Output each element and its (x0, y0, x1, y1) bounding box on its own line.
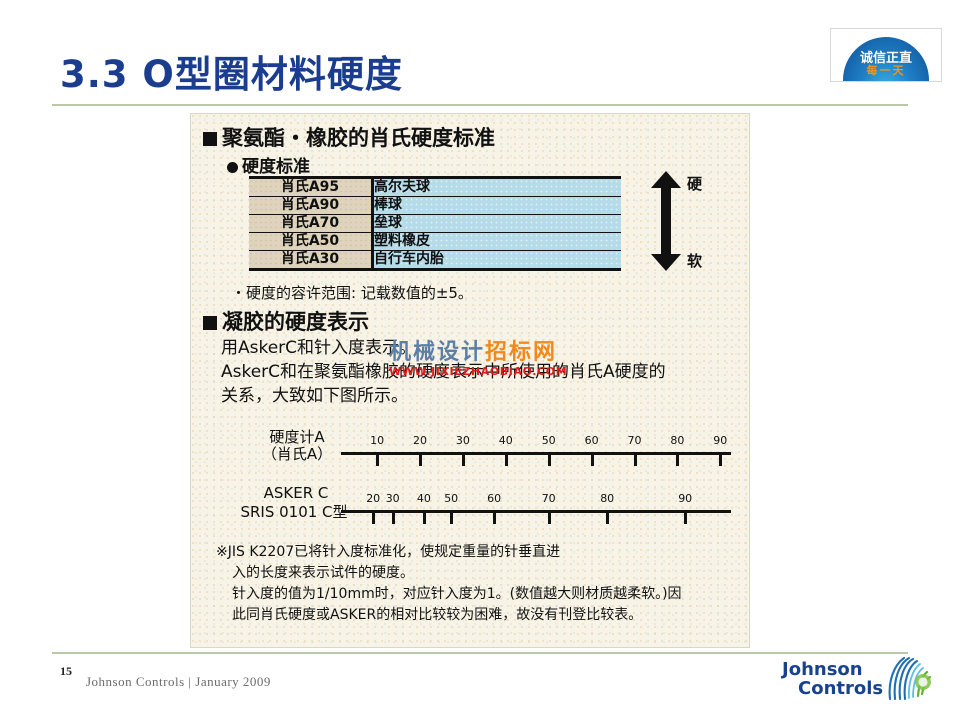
logo-line-2: Controls (798, 678, 884, 699)
square-bullet-icon (203, 132, 217, 146)
page-title: 3.3 O型圈材料硬度 (60, 53, 403, 96)
section-1-heading: 聚氨酯・橡胶的肖氏硬度标准 (203, 122, 495, 152)
footnote-line: 此同肖氏硬度或ASKER的相对比较较为困难，故没有刊登比较表。 (232, 607, 643, 623)
axis-tick-label: 10 (370, 434, 385, 447)
axis-tick-label: 90 (678, 492, 693, 505)
axis-tick-label: 60 (584, 434, 599, 447)
arrow-label-soft: 软 (687, 252, 703, 270)
table-row: 肖氏A70 垒球 (249, 214, 621, 233)
scale-a-axis (341, 452, 731, 455)
axis-tick-label: 20 (366, 492, 381, 505)
scale-a-label-line2: （肖氏A） (261, 445, 333, 463)
axis-tick (547, 513, 551, 524)
paragraph-line: 关系，大致如下图所示。 (221, 386, 408, 406)
table-cell-grade: 肖氏A95 (249, 177, 374, 197)
axis-tick (676, 455, 680, 466)
page-number: 15 (60, 664, 72, 678)
table-cell-grade: 肖氏A50 (249, 232, 374, 251)
axis-tick (633, 455, 637, 466)
table-cell-item: 自行车内胎 (372, 250, 621, 270)
hardness-direction-indicator: 硬 软 (643, 171, 723, 271)
axis-tick (461, 455, 465, 466)
axis-tick (606, 513, 610, 524)
slide-canvas: 3.3 O型圈材料硬度 诚信正直 每一天 聚氨酯・橡胶的肖氏硬度标准 硬度标准 … (0, 0, 960, 720)
integrity-values-logo: 诚信正直 每一天 (830, 28, 942, 82)
axis-tick (422, 513, 426, 524)
section-2-heading-text: 凝胶的硬度表示 (222, 310, 369, 334)
paragraph-line: AskerC和在聚氨酯橡胶的硬度表示中所使用的肖氏A硬度的 (221, 362, 666, 382)
section-2-paragraph: 用AskerC和针入度表示。 AskerC和在聚氨酯橡胶的硬度表示中所使用的肖氏… (221, 336, 721, 408)
tolerance-note: ・硬度的容许范围: 记载数值的±5。 (231, 284, 473, 302)
paragraph-line: 用AskerC和针入度表示。 (221, 338, 417, 358)
jis-footnote: ※JIS K2207已将针入度标准化，使规定重量的针垂直进 入的长度来表示试件的… (216, 542, 736, 626)
section-1-subheading: 硬度标准 (227, 152, 310, 177)
hardness-standard-table: 肖氏A95 高尔夫球 肖氏A90 棒球 肖氏A70 垒球 肖氏A50 塑料橡皮 … (249, 176, 621, 271)
axis-tick (684, 513, 688, 524)
hardness-comparison-chart: 硬度计A （肖氏A） 10 20 30 40 50 60 70 80 90 ASKER C SR… (191, 424, 751, 534)
section-1-subheading-text: 硬度标准 (242, 157, 310, 177)
scale-c-axis (341, 510, 731, 513)
section-2-heading: 凝胶的硬度表示 (203, 306, 369, 336)
axis-tick (493, 513, 497, 524)
footnote-line: ※JIS K2207已将针入度标准化，使规定重量的针垂直进 (216, 544, 561, 560)
axis-tick (419, 455, 422, 466)
section-1-heading-text: 聚氨酯・橡胶的肖氏硬度标准 (222, 126, 495, 150)
table-row: 肖氏A95 高尔夫球 (249, 177, 621, 197)
footer-text: Johnson Controls | January 2009 (86, 674, 271, 689)
axis-tick (590, 455, 594, 466)
table-row: 肖氏A50 塑料橡皮 (249, 232, 621, 251)
footnote-line: 入的长度来表示试件的硬度。 (232, 565, 414, 581)
title-divider (52, 104, 908, 106)
axis-tick (372, 513, 376, 524)
axis-tick-label: 60 (487, 492, 502, 505)
axis-tick-label: 40 (416, 492, 431, 505)
axis-tick (391, 513, 395, 524)
axis-tick-label: 70 (627, 434, 642, 447)
logo-line-1: Johnson (782, 659, 863, 680)
axis-tick-label: 80 (600, 492, 615, 505)
axis-tick-label: 70 (541, 492, 556, 505)
table-cell-grade: 肖氏A30 (249, 250, 374, 270)
axis-tick-label: 80 (670, 434, 685, 447)
axis-tick (719, 455, 723, 466)
johnson-controls-logo: Johnson Controls (778, 652, 938, 710)
axis-tick-label: 90 (713, 434, 728, 447)
axis-tick-label: 30 (455, 434, 470, 447)
table-row: 肖氏A90 棒球 (249, 196, 621, 215)
table-cell-item: 高尔夫球 (372, 177, 621, 197)
johnson-controls-swirl-icon (888, 656, 932, 701)
table-cell-grade: 肖氏A90 (249, 196, 374, 215)
table-cell-grade: 肖氏A70 (249, 214, 374, 233)
johnson-controls-wordmark: Johnson Controls (782, 659, 884, 699)
table-row: 肖氏A30 自行车内胎 (249, 250, 621, 270)
table-cell-item: 垒球 (372, 214, 621, 233)
axis-tick-label: 50 (541, 434, 556, 447)
table-cell-item: 棒球 (372, 196, 621, 215)
square-bullet-icon (203, 316, 217, 330)
scanned-content-panel: 聚氨酯・橡胶的肖氏硬度标准 硬度标准 肖氏A95 高尔夫球 肖氏A90 棒球 肖… (190, 113, 750, 648)
scale-c-label-line1: ASKER C (263, 484, 329, 502)
axis-tick-label: 40 (498, 434, 513, 447)
axis-tick-label: 50 (444, 492, 459, 505)
arrow-down-icon (651, 254, 681, 271)
arrow-shaft (661, 185, 671, 255)
axis-tick-label: 30 (385, 492, 400, 505)
axis-tick-label: 20 (413, 434, 427, 447)
footnote-line: 针入度的值为1/10mm时，对应针入度为1。(数值越大则材质越柔软。)因 (232, 586, 682, 602)
axis-tick (547, 455, 551, 466)
arrow-label-hard: 硬 (687, 175, 703, 193)
axis-tick (376, 455, 380, 466)
values-logo-sub-text: 每一天 (866, 64, 906, 77)
axis-tick (504, 455, 508, 466)
axis-tick (450, 513, 454, 524)
table-cell-item: 塑料橡皮 (372, 232, 621, 251)
circle-bullet-icon (227, 162, 238, 173)
